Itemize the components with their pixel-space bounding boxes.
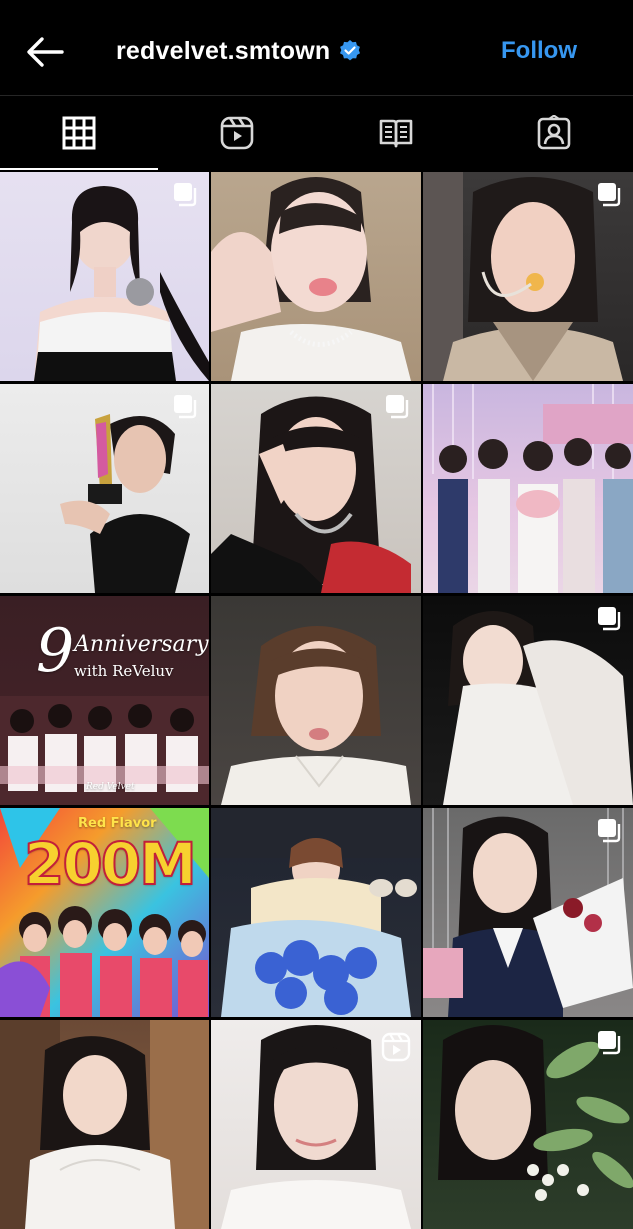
- post-thumbnail[interactable]: [0, 172, 209, 381]
- post-thumbnail[interactable]: [211, 172, 421, 381]
- anniversary-number: 9: [36, 616, 75, 686]
- verified-badge-icon: [340, 40, 360, 61]
- arrow-left-icon: [27, 37, 64, 67]
- post-image: Red Flavor 200M: [0, 808, 209, 1017]
- multiple-posts-icon: [598, 607, 621, 631]
- post-thumbnail[interactable]: [423, 1020, 633, 1229]
- post-thumbnail[interactable]: 9 Anniversary with ReVeluv Red Velvet: [0, 596, 209, 805]
- back-button[interactable]: [22, 28, 70, 76]
- post-image: [211, 596, 421, 805]
- post-thumbnail[interactable]: [211, 808, 421, 1017]
- profile-username: redvelvet.smtown: [116, 37, 331, 65]
- profile-tabs: [0, 96, 633, 170]
- post-thumbnail[interactable]: [211, 596, 421, 805]
- post-thumbnail[interactable]: [211, 1020, 421, 1229]
- post-thumbnail[interactable]: Red Flavor 200M: [0, 808, 209, 1017]
- reel-icon: [381, 1032, 411, 1062]
- multiple-posts-icon: [174, 183, 197, 207]
- post-image: [0, 1020, 209, 1229]
- multiple-posts-icon: [598, 1031, 621, 1055]
- multiple-posts-icon: [598, 183, 621, 207]
- multiple-posts-icon: [598, 819, 621, 843]
- anniversary-title: Anniversary: [74, 632, 209, 657]
- promo-headline: Red Flavor: [78, 816, 157, 831]
- grid-icon: [62, 116, 96, 150]
- post-thumbnail[interactable]: [423, 172, 633, 381]
- post-thumbnail[interactable]: [211, 384, 421, 593]
- reels-icon: [221, 116, 254, 150]
- profile-header: redvelvet.smtown Follow: [0, 0, 633, 96]
- anniversary-with: with ReVeluv: [74, 662, 174, 680]
- posts-grid: 9 Anniversary with ReVeluv Red Velvet Re…: [0, 172, 633, 1229]
- post-image: [423, 384, 633, 593]
- multiple-posts-icon: [174, 395, 197, 419]
- tab-reels[interactable]: [158, 96, 316, 170]
- tagged-icon: [537, 115, 571, 150]
- post-image: [211, 172, 421, 381]
- tab-guides[interactable]: [317, 96, 475, 170]
- post-thumbnail[interactable]: [423, 808, 633, 1017]
- post-thumbnail[interactable]: [423, 596, 633, 805]
- tab-tagged[interactable]: [475, 96, 633, 170]
- guides-icon: [379, 119, 412, 148]
- tab-posts-grid[interactable]: [0, 96, 159, 170]
- anniversary-signature: Red Velvet: [86, 782, 135, 792]
- post-thumbnail[interactable]: [423, 384, 633, 593]
- post-image: 9 Anniversary with ReVeluv Red Velvet: [0, 596, 209, 805]
- multiple-posts-icon: [386, 395, 409, 419]
- follow-button[interactable]: Follow: [501, 36, 577, 66]
- post-thumbnail[interactable]: [0, 1020, 209, 1229]
- post-image: [211, 808, 421, 1017]
- post-thumbnail[interactable]: [0, 384, 209, 593]
- promo-big-number: 200M: [23, 829, 198, 899]
